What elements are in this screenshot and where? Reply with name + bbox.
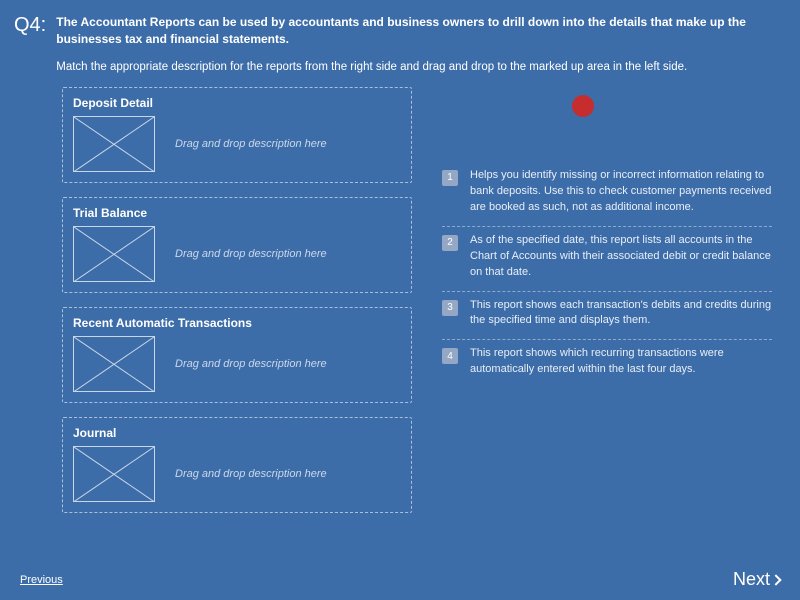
answer-option-1[interactable]: 1 Helps you identify missing or incorrec… [442,162,772,227]
answer-text: This report shows each transaction's deb… [470,298,772,330]
answer-option-3[interactable]: 3 This report shows each transaction's d… [442,292,772,341]
placeholder-image-icon [73,336,155,392]
question-text: The Accountant Reports can be used by ac… [56,14,772,75]
answer-number-badge: 3 [442,300,458,316]
marker-dot-icon [572,95,594,117]
drop-target-label: Recent Automatic Transactions [73,316,401,330]
drop-target-trial-balance[interactable]: Trial Balance Drag and drop description … [62,197,412,293]
next-button[interactable]: Next [733,569,780,590]
next-label: Next [733,569,770,590]
question-title: The Accountant Reports can be used by ac… [56,14,772,49]
answer-option-4[interactable]: 4 This report shows which recurring tran… [442,340,772,388]
question-header: Q4: The Accountant Reports can be used b… [0,0,800,75]
drop-target-label: Trial Balance [73,206,401,220]
previous-button[interactable]: Previous [20,574,63,586]
drop-hint: Drag and drop description here [175,248,327,260]
question-number: Q4: [14,14,46,75]
placeholder-image-icon [73,446,155,502]
drop-hint: Drag and drop description here [175,468,327,480]
answer-text: This report shows which recurring transa… [470,346,772,378]
answer-text: As of the specified date, this report li… [470,233,772,281]
drop-targets-column: Deposit Detail Drag and drop description… [62,87,412,527]
drop-target-recent-automatic-transactions[interactable]: Recent Automatic Transactions Drag and d… [62,307,412,403]
drop-target-deposit-detail[interactable]: Deposit Detail Drag and drop description… [62,87,412,183]
chevron-right-icon [770,574,781,585]
answer-option-2[interactable]: 2 As of the specified date, this report … [442,227,772,292]
drop-hint: Drag and drop description here [175,358,327,370]
answer-number-badge: 2 [442,235,458,251]
answer-text: Helps you identify missing or incorrect … [470,168,772,216]
answers-column: 1 Helps you identify missing or incorrec… [442,87,772,527]
answer-number-badge: 1 [442,170,458,186]
placeholder-image-icon [73,226,155,282]
answer-number-badge: 4 [442,348,458,364]
drop-hint: Drag and drop description here [175,138,327,150]
footer-nav: Previous Next [0,569,800,590]
question-instructions: Match the appropriate description for th… [56,59,772,75]
main-area: Deposit Detail Drag and drop description… [0,75,800,527]
drop-target-label: Journal [73,426,401,440]
placeholder-image-icon [73,116,155,172]
drop-target-label: Deposit Detail [73,96,401,110]
drop-target-journal[interactable]: Journal Drag and drop description here [62,417,412,513]
